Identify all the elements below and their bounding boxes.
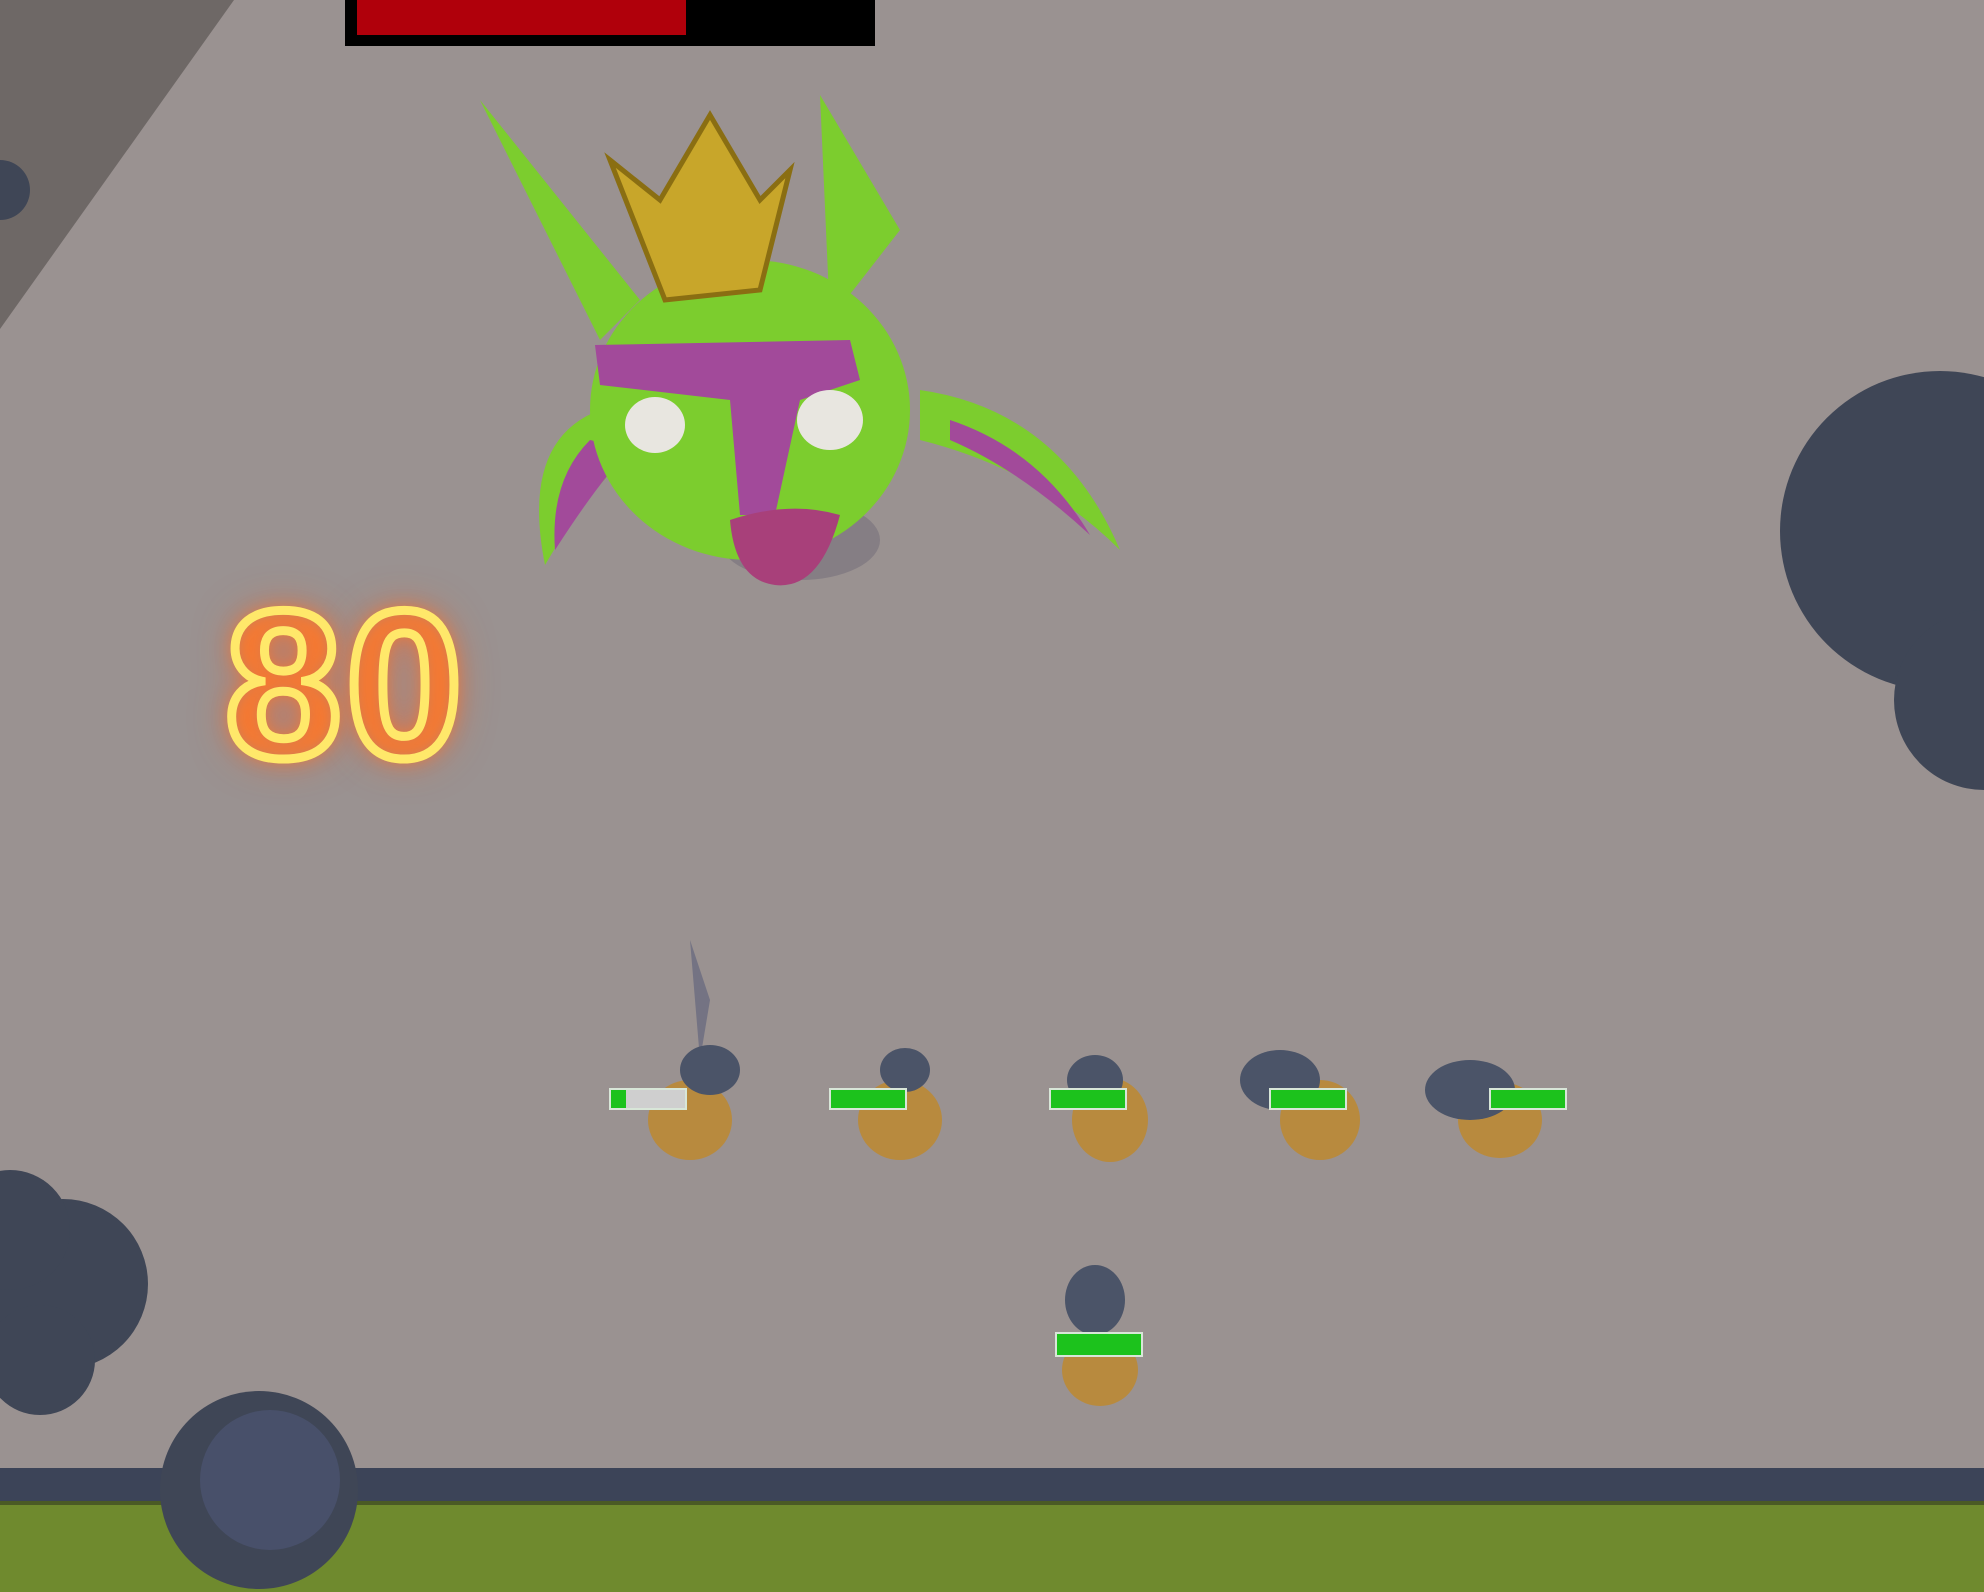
unit-health-fill <box>1491 1090 1565 1108</box>
wall-shadow <box>0 0 234 329</box>
unit-health-fill <box>1051 1090 1125 1108</box>
unit-health-fill <box>1271 1090 1345 1108</box>
goblin-boss <box>480 95 1120 586</box>
unit-health-bar <box>829 1088 907 1110</box>
unit-health-bar <box>1049 1088 1127 1110</box>
boss-health-fill <box>357 0 686 35</box>
unit-health-fill <box>831 1090 905 1108</box>
unit-health-fill <box>611 1090 626 1108</box>
damage-number: 80 <box>221 567 468 802</box>
unit-health-bar <box>1055 1332 1143 1357</box>
unit-health-bar <box>1269 1088 1347 1110</box>
rock-right <box>1780 371 1984 790</box>
unit-health-bar <box>609 1088 687 1110</box>
rock-left <box>0 160 148 1415</box>
unit-health-bar <box>1489 1088 1567 1110</box>
unit-health-fill <box>1057 1334 1141 1355</box>
boss-health-bar <box>345 0 875 46</box>
